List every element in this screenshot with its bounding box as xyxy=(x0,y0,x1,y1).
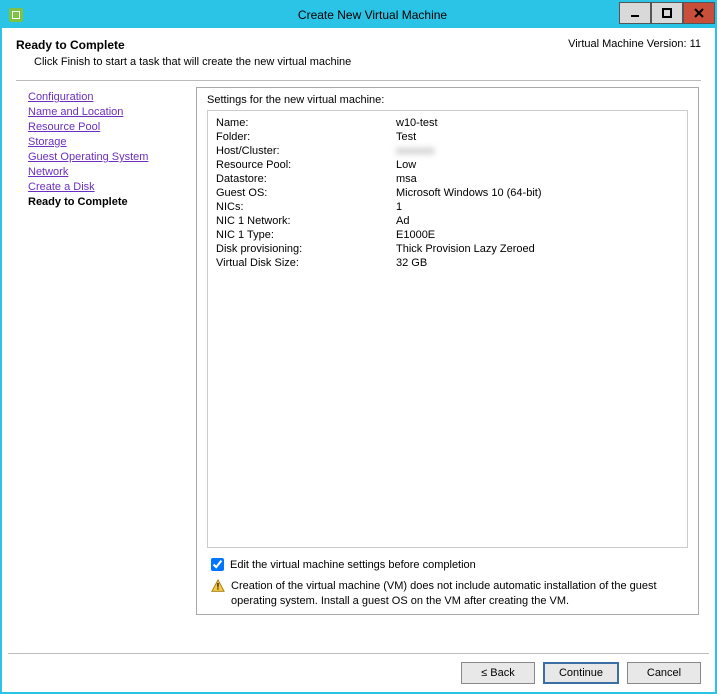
sidebar-item-ready: Ready to Complete xyxy=(28,196,190,208)
settings-row-label: Disk provisioning: xyxy=(216,243,396,255)
settings-row-label: Guest OS: xyxy=(216,187,396,199)
cancel-button[interactable]: Cancel xyxy=(627,662,701,684)
settings-row: NIC 1 Network:Ad xyxy=(216,215,679,227)
settings-row-label: Host/Cluster: xyxy=(216,145,396,157)
settings-row-value: 32 GB xyxy=(396,257,679,269)
settings-row: Folder:Test xyxy=(216,131,679,143)
settings-row-label: Folder: xyxy=(216,131,396,143)
settings-row-value: w10-test xyxy=(396,117,679,129)
settings-row-label: NICs: xyxy=(216,201,396,213)
settings-row: NIC 1 Type:E1000E xyxy=(216,229,679,241)
sidebar-item-network[interactable]: Network xyxy=(28,166,190,178)
settings-row: Resource Pool:Low xyxy=(216,159,679,171)
vsphere-icon xyxy=(8,7,24,23)
edit-settings-label[interactable]: Edit the virtual machine settings before… xyxy=(230,559,476,571)
sidebar-item-create-disk[interactable]: Create a Disk xyxy=(28,181,190,193)
sidebar-item-guest-os[interactable]: Guest Operating System xyxy=(28,151,190,163)
warning-icon: ! xyxy=(211,579,225,593)
settings-row: NICs:1 xyxy=(216,201,679,213)
back-button[interactable]: ≤ Back xyxy=(461,662,535,684)
settings-row-value: xxxxxxx xyxy=(396,145,679,157)
page-title: Ready to Complete xyxy=(16,38,125,52)
settings-row-value: Microsoft Windows 10 (64-bit) xyxy=(396,187,679,199)
settings-row: Name:w10-test xyxy=(216,117,679,129)
settings-row: Host/Cluster:xxxxxxx xyxy=(216,145,679,157)
sidebar-item-configuration[interactable]: Configuration xyxy=(28,91,190,103)
divider xyxy=(16,80,701,81)
window-controls xyxy=(619,2,715,24)
settings-row-label: Datastore: xyxy=(216,173,396,185)
settings-row-value: msa xyxy=(396,173,679,185)
window-title: Create New Virtual Machine xyxy=(30,8,715,22)
sidebar-item-name-location[interactable]: Name and Location xyxy=(28,106,190,118)
footer-divider xyxy=(8,653,709,654)
settings-row-value: Thick Provision Lazy Zeroed xyxy=(396,243,679,255)
settings-panel: Settings for the new virtual machine: Na… xyxy=(196,87,699,615)
edit-settings-checkbox[interactable] xyxy=(211,558,224,571)
settings-row-value: 1 xyxy=(396,201,679,213)
page-subtitle: Click Finish to start a task that will c… xyxy=(34,56,701,68)
settings-row: Datastore:msa xyxy=(216,173,679,185)
settings-list: Name:w10-testFolder:TestHost/Cluster:xxx… xyxy=(207,110,688,548)
settings-row: Virtual Disk Size:32 GB xyxy=(216,257,679,269)
svg-text:!: ! xyxy=(217,582,220,592)
titlebar: Create New Virtual Machine xyxy=(2,2,715,28)
settings-row-value: Low xyxy=(396,159,679,171)
settings-row-value: Test xyxy=(396,131,679,143)
settings-row-value: E1000E xyxy=(396,229,679,241)
settings-row-label: NIC 1 Network: xyxy=(216,215,396,227)
close-button[interactable] xyxy=(683,2,715,24)
sidebar-item-storage[interactable]: Storage xyxy=(28,136,190,148)
settings-row-label: NIC 1 Type: xyxy=(216,229,396,241)
continue-button[interactable]: Continue xyxy=(543,662,619,684)
settings-row-label: Name: xyxy=(216,117,396,129)
settings-row-label: Resource Pool: xyxy=(216,159,396,171)
settings-row-label: Virtual Disk Size: xyxy=(216,257,396,269)
vm-version-label: Virtual Machine Version: 11 xyxy=(568,38,701,50)
wizard-footer: ≤ Back Continue Cancel xyxy=(461,662,701,684)
maximize-button[interactable] xyxy=(651,2,683,24)
settings-row: Guest OS:Microsoft Windows 10 (64-bit) xyxy=(216,187,679,199)
wizard-sidebar: Configuration Name and Location Resource… xyxy=(16,87,196,615)
sidebar-item-resource-pool[interactable]: Resource Pool xyxy=(28,121,190,133)
settings-row: Disk provisioning:Thick Provision Lazy Z… xyxy=(216,243,679,255)
minimize-button[interactable] xyxy=(619,2,651,24)
settings-row-value: Ad xyxy=(396,215,679,227)
warning-text: Creation of the virtual machine (VM) doe… xyxy=(231,579,688,608)
panel-heading: Settings for the new virtual machine: xyxy=(207,94,688,106)
